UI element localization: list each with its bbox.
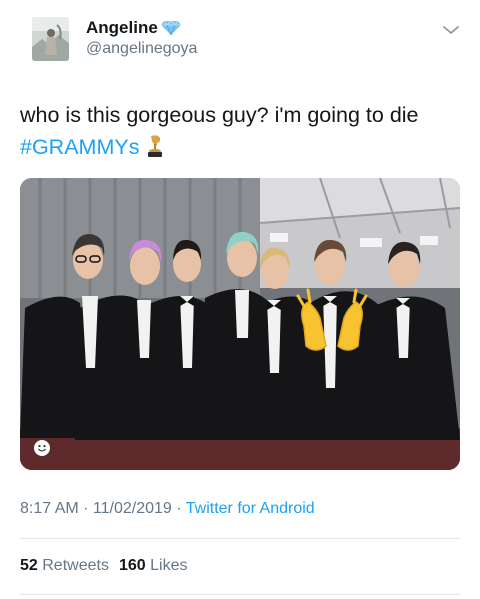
meta-separator: · <box>171 500 186 517</box>
grammy-trophy-icon <box>148 135 163 157</box>
tweet-hashtag-line: #GRAMMYs <box>20 131 470 163</box>
likes-label: Likes <box>150 557 188 574</box>
meta-separator: · <box>78 500 93 517</box>
tweet-text: who is this gorgeous guy? i'm going to d… <box>20 99 470 163</box>
likes-stat[interactable]: 160 Likes <box>119 557 188 574</box>
display-name[interactable]: Angeline <box>86 18 158 38</box>
sticker-face-icon[interactable] <box>34 440 50 456</box>
tweet-photo[interactable] <box>20 178 460 470</box>
avatar-photo <box>32 17 69 61</box>
divider <box>20 594 460 595</box>
retweets-label: Retweets <box>42 557 109 574</box>
tweet-time: 8:17 AM <box>20 500 79 517</box>
tweet-source-link[interactable]: Twitter for Android <box>186 500 315 517</box>
avatar[interactable] <box>32 17 69 61</box>
chevron-down-icon[interactable] <box>442 24 460 36</box>
hashtag-link[interactable]: #GRAMMYs <box>20 135 139 159</box>
user-handle[interactable]: @angelinegoya <box>86 40 197 58</box>
tweet-stats: 52 Retweets 160 Likes <box>20 557 187 575</box>
user-name-row: Angeline <box>86 18 181 38</box>
tweet-meta: 8:17 AM · 11/02/2019 · Twitter for Andro… <box>20 500 315 518</box>
tweet-body: who is this gorgeous guy? i'm going to d… <box>20 103 419 127</box>
likes-count: 160 <box>118 557 146 574</box>
tweet-header: Angeline @angelinegoya <box>0 0 480 80</box>
divider <box>20 538 460 539</box>
retweets-stat[interactable]: 52 Retweets <box>20 557 109 574</box>
retweets-count: 52 <box>20 557 38 574</box>
blue-diamond-icon <box>160 21 181 35</box>
group-photo <box>20 178 460 470</box>
tweet-date[interactable]: 11/02/2019 <box>93 500 172 517</box>
